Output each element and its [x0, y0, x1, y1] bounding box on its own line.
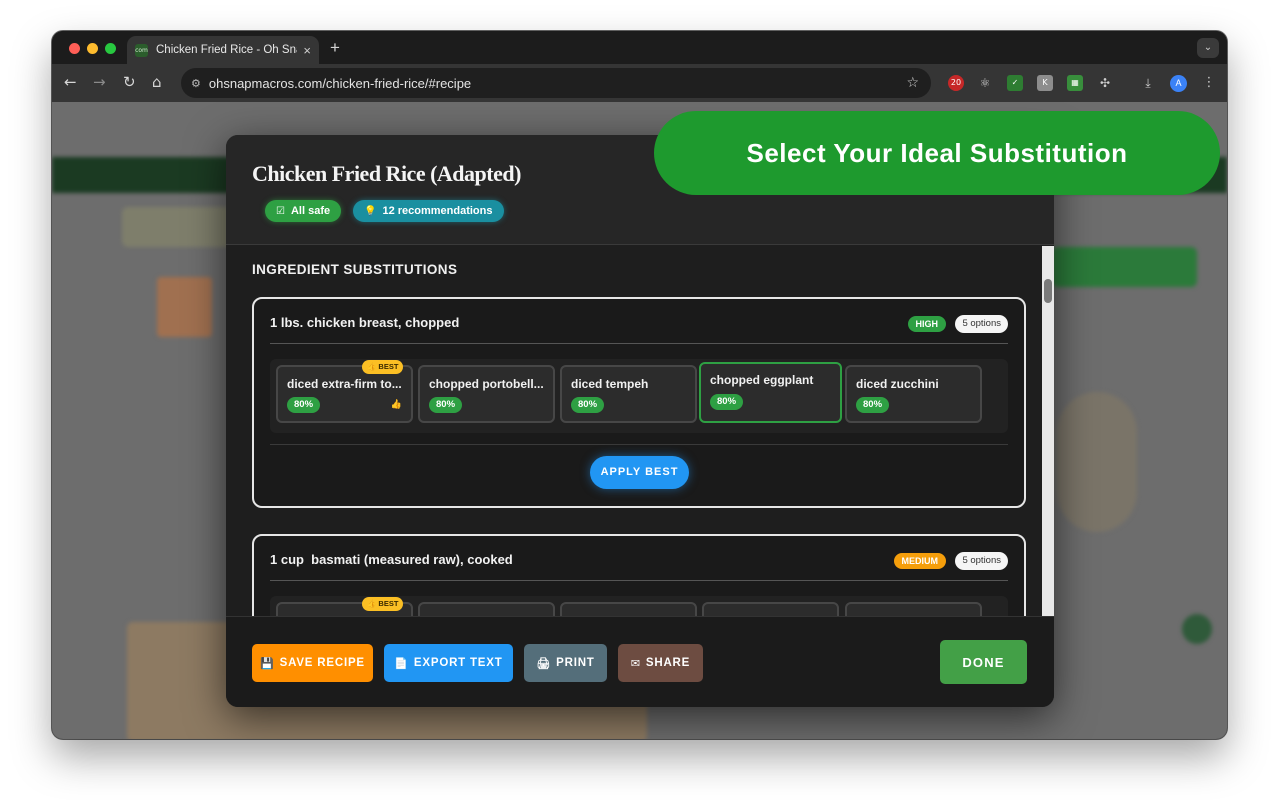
reload-icon[interactable]: ↻	[123, 73, 136, 91]
home-icon[interactable]: ⌂	[152, 73, 162, 91]
substitution-option[interactable]: 👍 BEST diced extra-firm to... 80% 👍	[276, 360, 413, 423]
back-icon[interactable]: ←	[64, 73, 77, 91]
k-extension-icon[interactable]: K	[1037, 75, 1053, 91]
option-label: chopped portobell...	[429, 377, 544, 391]
substitution-options: 👍 BEST diced extra-firm to... 80% 👍 chop…	[270, 359, 1008, 433]
options-count-badge: 5 options	[955, 552, 1008, 570]
thumbs-up-icon: 👍	[390, 400, 402, 410]
substitution-option[interactable]	[845, 602, 982, 616]
match-percent: 80%	[856, 397, 890, 413]
best-badge: 👍 BEST	[362, 597, 404, 611]
grid-extension-icon[interactable]: ▦	[1067, 75, 1083, 91]
ingredient-card: 1 lbs. chicken breast, chopped HIGH 5 op…	[252, 297, 1026, 508]
scrollbar-thumb[interactable]	[1044, 279, 1052, 303]
profile-avatar[interactable]: A	[1170, 75, 1187, 92]
all-safe-badge: ☑ All safe	[265, 200, 342, 222]
bookmark-star-icon[interactable]: ☆	[906, 75, 919, 91]
best-badge: 👍 BEST	[362, 360, 404, 374]
maximize-window-button[interactable]	[105, 43, 116, 54]
document-icon: 📄	[394, 656, 409, 670]
address-bar[interactable]: ⚙ ohsnapmacros.com/chicken-fried-rice/#r…	[181, 68, 931, 98]
card-divider	[270, 444, 1008, 445]
tab-search-icon[interactable]: ⌄	[1197, 38, 1219, 58]
browser-toolbar: ← → ↻ ⌂ ⚙ ohsnapmacros.com/chicken-fried…	[52, 64, 1227, 102]
option-label: chopped eggplant	[710, 373, 814, 387]
close-window-button[interactable]	[69, 43, 80, 54]
section-title: INGREDIENT SUBSTITUTIONS	[252, 262, 458, 277]
modal-scrollbar[interactable]	[1042, 246, 1054, 616]
save-recipe-button[interactable]: 💾 SAVE RECIPE	[252, 644, 373, 682]
share-button[interactable]: ✉ SHARE	[618, 644, 703, 682]
card-divider	[270, 343, 1008, 344]
recipe-modal: Chicken Fried Rice (Adapted) ☑ All safe …	[226, 135, 1054, 707]
site-logo-blur	[122, 207, 232, 247]
save-recipe-label: SAVE RECIPE	[279, 657, 365, 669]
substitution-option[interactable]	[560, 602, 697, 616]
new-tab-icon[interactable]: +	[330, 38, 340, 58]
export-text-button[interactable]: 📄 EXPORT TEXT	[384, 644, 513, 682]
instruction-banner: Select Your Ideal Substitution	[654, 111, 1220, 195]
sidebar-button-blur	[1052, 247, 1197, 287]
share-label: SHARE	[645, 657, 691, 669]
substitution-option[interactable]: chopped portobell... 80%	[418, 365, 555, 423]
option-label: diced tempeh	[571, 377, 649, 391]
print-button[interactable]: 🖨 PRINT	[524, 644, 607, 682]
export-text-label: EXPORT TEXT	[413, 657, 503, 669]
floating-button-blur	[1182, 614, 1212, 644]
modal-title: Chicken Fried Rice (Adapted)	[252, 161, 521, 186]
checkbox-icon: ☑	[276, 205, 285, 217]
envelope-icon: ✉	[630, 656, 641, 670]
checkmark-extension-icon[interactable]: ✓	[1007, 75, 1023, 91]
url-text: ohsnapmacros.com/chicken-fried-rice/#rec…	[208, 75, 472, 91]
lightbulb-icon: 💡	[364, 205, 377, 217]
substitution-option[interactable]: 👍 BEST	[276, 597, 413, 616]
webpage-background: Chicken Fried Rice (Adapted) ☑ All safe …	[52, 102, 1227, 739]
floppy-disk-icon: 💾	[260, 656, 275, 670]
download-icon[interactable]: ⤓	[1140, 75, 1156, 91]
ingredient-name: 1 cup basmati (measured raw), cooked	[270, 552, 513, 567]
priority-badge: HIGH	[907, 316, 946, 332]
substitution-option-selected[interactable]: chopped eggplant 80%	[699, 362, 842, 423]
match-percent: 80%	[710, 394, 744, 410]
substitution-option[interactable]	[702, 602, 839, 616]
all-safe-label: All safe	[290, 205, 331, 217]
substitution-option[interactable]: diced zucchini 80%	[845, 365, 982, 423]
modal-body[interactable]: INGREDIENT SUBSTITUTIONS 1 lbs. chicken …	[226, 246, 1042, 616]
printer-icon: 🖨	[536, 656, 552, 670]
site-settings-icon[interactable]: ⚙	[191, 77, 201, 90]
ingredient-name: 1 lbs. chicken breast, chopped	[270, 315, 460, 330]
print-label: PRINT	[556, 657, 595, 669]
tab-close-icon[interactable]: ×	[303, 43, 311, 58]
extensions-puzzle-icon[interactable]: ✣	[1097, 75, 1113, 91]
card-divider	[270, 580, 1008, 581]
priority-badge: MEDIUM	[893, 553, 946, 569]
extension-badge-icon[interactable]: 20	[948, 75, 964, 91]
substitution-options: 👍 BEST	[270, 596, 1008, 616]
thumbnail-blur	[157, 277, 212, 337]
minimize-window-button[interactable]	[87, 43, 98, 54]
browser-tab[interactable]: com Chicken Fried Rice - Oh Snap ×	[127, 36, 319, 64]
react-devtools-icon[interactable]: ⚛	[977, 75, 993, 91]
more-menu-icon[interactable]: ⋮	[1201, 75, 1217, 91]
recommendations-badge: 💡 12 recommendations	[353, 200, 504, 222]
done-button[interactable]: DONE	[940, 640, 1027, 684]
recommendations-label: 12 recommendations	[382, 205, 493, 217]
substitution-option[interactable]	[418, 602, 555, 616]
match-percent: 80%	[429, 397, 463, 413]
modal-footer: 💾 SAVE RECIPE 📄 EXPORT TEXT 🖨 PRINT ✉ SH…	[226, 616, 1054, 707]
option-label: diced extra-firm to...	[287, 377, 402, 391]
site-favicon-icon: com	[135, 43, 148, 57]
ingredient-card: 1 cup basmati (measured raw), cooked MED…	[252, 534, 1026, 616]
tab-bar: com Chicken Fried Rice - Oh Snap × + ⌄	[52, 31, 1227, 64]
match-percent: 80%	[571, 397, 605, 413]
options-count-badge: 5 options	[955, 315, 1008, 333]
tab-title: Chicken Fried Rice - Oh Snap	[156, 44, 298, 56]
option-label: diced zucchini	[856, 377, 939, 391]
apply-best-button[interactable]: APPLY BEST	[590, 456, 689, 489]
substitution-option[interactable]: diced tempeh 80%	[560, 365, 697, 423]
forward-icon[interactable]: →	[93, 73, 106, 91]
sidebar-image-blur	[1057, 392, 1137, 532]
match-percent: 80%	[287, 397, 321, 413]
